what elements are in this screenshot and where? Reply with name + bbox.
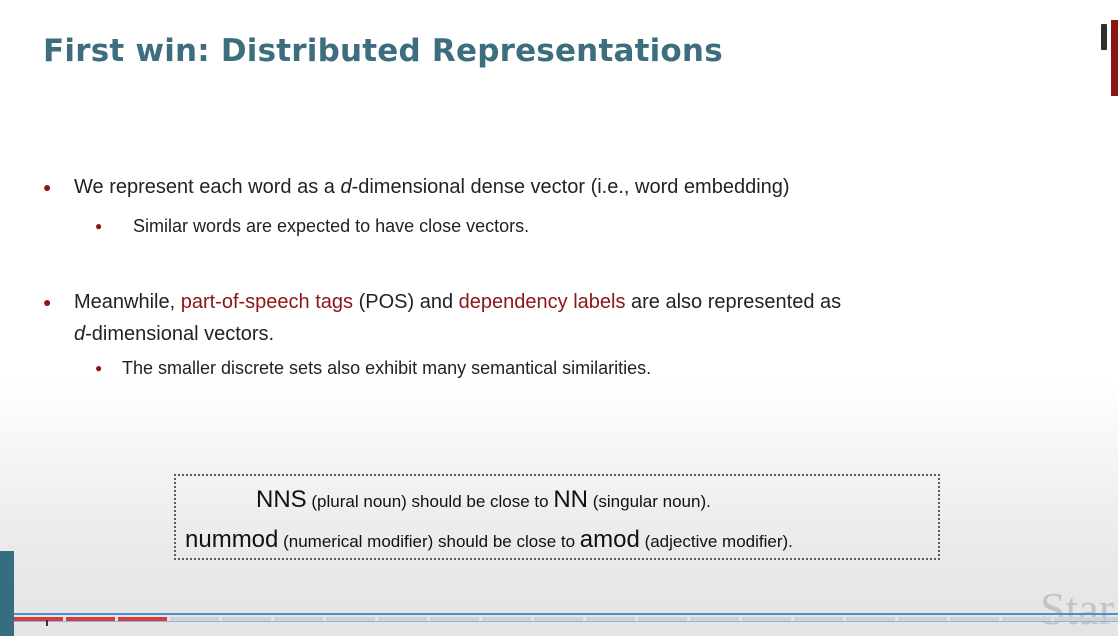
bullet-dot-icon: ● — [43, 179, 52, 195]
sub-bullet-dot-icon: ● — [95, 219, 103, 233]
dep-term: dependency labels — [458, 291, 626, 313]
bullet-2-text-line2: d-dimensional vectors. — [74, 323, 275, 345]
progress-segment[interactable] — [690, 617, 739, 621]
progress-segment[interactable] — [1002, 617, 1051, 621]
example-box: NNS (plural noun) should be close to NN … — [174, 474, 940, 560]
brand-stripe — [1111, 20, 1118, 96]
progress-segment[interactable] — [742, 617, 791, 621]
progress-segment[interactable] — [846, 617, 895, 621]
progress-segment[interactable] — [66, 617, 115, 621]
sub-bullet-1-text: Similar words are expected to have close… — [133, 216, 530, 236]
progress-segment[interactable] — [898, 617, 947, 621]
example-line-1: NNS (plural noun) should be close to NN … — [256, 486, 711, 513]
progress-segment[interactable] — [118, 617, 167, 621]
bullet-dot-icon: ● — [43, 294, 52, 310]
progress-segment[interactable] — [222, 617, 271, 621]
progress-segment[interactable] — [170, 617, 219, 621]
playhead-icon[interactable] — [46, 620, 48, 626]
progress-segment[interactable] — [326, 617, 375, 621]
progress-segment[interactable] — [638, 617, 687, 621]
progress-track-bottom — [14, 621, 1118, 622]
bullet-1-text: We represent each word as a d-dimensiona… — [74, 176, 790, 198]
example-line-2: nummod (numerical modifier) should be cl… — [185, 526, 793, 553]
sub-bullet-dot-icon: ● — [95, 361, 103, 375]
progress-segment[interactable] — [1106, 617, 1118, 621]
progress-segment[interactable] — [950, 617, 999, 621]
scroll-marker — [1101, 24, 1107, 50]
stanford-watermark: Star — [1040, 583, 1115, 634]
progress-segment[interactable] — [14, 617, 63, 621]
progress-segment[interactable] — [586, 617, 635, 621]
bullet-2-text: Meanwhile, part-of-speech tags (POS) and… — [74, 291, 842, 313]
progress-segment[interactable] — [534, 617, 583, 621]
progress-segment[interactable] — [1054, 617, 1103, 621]
progress-segment[interactable] — [482, 617, 531, 621]
progress-segment[interactable] — [794, 617, 843, 621]
progress-segment[interactable] — [430, 617, 479, 621]
progress-segment[interactable] — [274, 617, 323, 621]
pos-term: part-of-speech tags — [180, 291, 354, 313]
brand-bar — [0, 551, 14, 636]
video-progress-bar[interactable] — [14, 612, 1118, 624]
slide-title: First win: Distributed Representations — [43, 33, 723, 69]
progress-segment[interactable] — [378, 617, 427, 621]
progress-track-top — [14, 613, 1118, 615]
sub-bullet-2-text: The smaller discrete sets also exhibit m… — [122, 358, 652, 378]
